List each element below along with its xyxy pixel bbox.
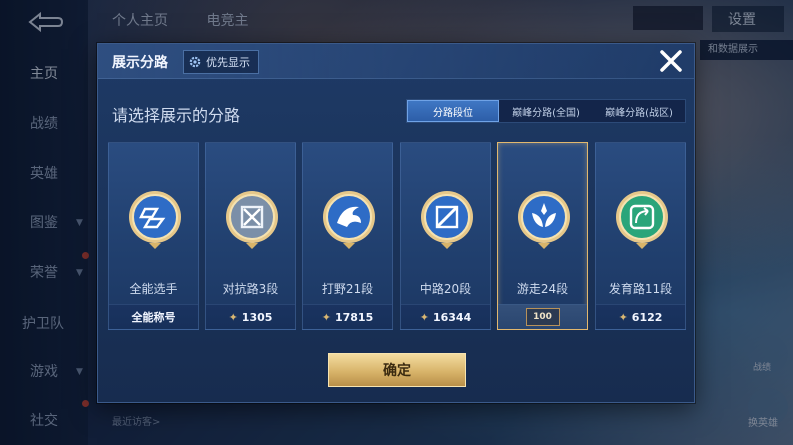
- lane-card-name: 发育路11段: [608, 282, 673, 296]
- lane-card-footer: 100: [498, 304, 587, 329]
- lane-tab-segment: 分路段位 巅峰分路(全国) 巅峰分路(战区): [406, 99, 686, 123]
- star-icon: ✦: [618, 310, 628, 324]
- lane-card-footer: ✦ 17815: [303, 304, 392, 329]
- all-round-badge-icon: [129, 191, 181, 249]
- lane-card-name: 全能选手: [129, 282, 178, 296]
- lane-card-list: 全能选手 全能称号 对抗路3段 ✦ 1305 打野21段 ✦ 17815 中路2…: [108, 142, 688, 330]
- lane-display-dialog: 展示分路 优先显示 请选择展示的分路 分路段位 巅峰分路(全国) 巅峰分路(战区…: [97, 43, 695, 403]
- lane-card-footer-text: 16344: [432, 310, 472, 324]
- star-icon: ✦: [228, 310, 238, 324]
- clash-lane-badge-icon: [226, 191, 278, 249]
- lane-card-roam[interactable]: 游走24段 100: [497, 142, 588, 330]
- star-icon: ✦: [321, 310, 331, 324]
- lane-card-jungle[interactable]: 打野21段 ✦ 17815: [302, 142, 393, 330]
- priority-display-button[interactable]: 优先显示: [183, 50, 259, 74]
- lane-card-footer-text: 6122: [631, 310, 663, 324]
- lane-card-name: 打野21段: [321, 282, 374, 296]
- lane-card-farm[interactable]: 发育路11段 ✦ 6122: [595, 142, 686, 330]
- lane-card-footer-text: 全能称号: [131, 311, 176, 324]
- star-icon: ✦: [419, 310, 429, 324]
- lane-card-mid[interactable]: 中路20段 ✦ 16344: [400, 142, 491, 330]
- farm-lane-badge-icon: [616, 191, 668, 249]
- tab-peak-region[interactable]: 巅峰分路(战区): [593, 100, 685, 122]
- lane-card-clash[interactable]: 对抗路3段 ✦ 1305: [205, 142, 296, 330]
- confirm-button[interactable]: 确定: [328, 353, 466, 387]
- lane-card-name: 中路20段: [419, 282, 472, 296]
- lane-card-footer: ✦ 16344: [401, 304, 490, 329]
- priority-display-label: 优先显示: [206, 56, 250, 69]
- lane-card-name: 对抗路3段: [222, 282, 279, 296]
- lane-card-footer: 全能称号: [109, 304, 198, 329]
- jungle-badge-icon: [323, 191, 375, 249]
- lane-card-footer-text: 17815: [334, 310, 374, 324]
- lane-card-footer: ✦ 1305: [206, 304, 295, 329]
- gear-icon: [189, 56, 201, 68]
- dialog-header: 展示分路 优先显示: [98, 44, 694, 79]
- roam-badge-icon: [518, 191, 570, 249]
- close-icon: [660, 50, 682, 72]
- lane-card-footer-text: 1305: [241, 310, 273, 324]
- level-tag: 100: [525, 308, 560, 326]
- dialog-subtitle: 请选择展示的分路: [112, 106, 241, 125]
- tab-peak-national[interactable]: 巅峰分路(全国): [499, 100, 593, 122]
- lane-card-footer-text: 100: [533, 312, 552, 322]
- close-button[interactable]: [656, 46, 686, 76]
- tab-lane-rank[interactable]: 分路段位: [407, 100, 499, 122]
- lane-card-name: 游走24段: [516, 282, 569, 296]
- lane-card-footer: ✦ 6122: [596, 304, 685, 329]
- lane-card-all-round[interactable]: 全能选手 全能称号: [108, 142, 199, 330]
- dialog-title: 展示分路: [112, 55, 168, 71]
- mid-lane-badge-icon: [421, 191, 473, 249]
